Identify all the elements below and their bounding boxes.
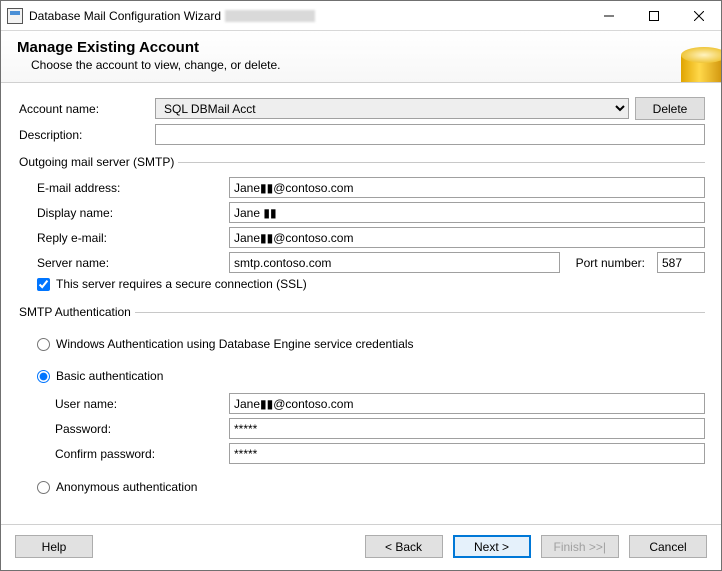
account-name-select[interactable]: SQL DBMail Acct (155, 98, 629, 119)
smtp-legend: Outgoing mail server (SMTP) (19, 155, 178, 169)
finish-button[interactable]: Finish >>| (541, 535, 619, 558)
titlebar: Database Mail Configuration Wizard (1, 1, 721, 31)
page-subtitle: Choose the account to view, change, or d… (31, 58, 281, 72)
username-label: User name: (19, 397, 223, 411)
database-icon (666, 31, 721, 82)
smtp-fieldset: Outgoing mail server (SMTP) E-mail addre… (19, 155, 705, 295)
ssl-label: This server requires a secure connection… (56, 277, 307, 291)
display-name-label: Display name: (19, 206, 223, 220)
password-input[interactable] (229, 418, 705, 439)
description-label: Description: (19, 128, 149, 142)
username-input[interactable] (229, 393, 705, 414)
content-area: Account name: SQL DBMail Acct Delete Des… (1, 83, 721, 524)
anonymous-auth-label: Anonymous authentication (56, 480, 197, 494)
auth-legend: SMTP Authentication (19, 305, 135, 319)
wizard-footer: Help < Back Next > Finish >>| Cancel (1, 524, 721, 570)
email-label: E-mail address: (19, 181, 223, 195)
ssl-checkbox[interactable] (37, 278, 50, 291)
reply-email-label: Reply e-mail: (19, 231, 223, 245)
anonymous-auth-radio[interactable] (37, 481, 50, 494)
description-input[interactable] (155, 124, 705, 145)
port-label: Port number: (566, 256, 651, 270)
email-input[interactable] (229, 177, 705, 198)
windows-auth-radio[interactable] (37, 338, 50, 351)
delete-button[interactable]: Delete (635, 97, 705, 120)
cancel-button[interactable]: Cancel (629, 535, 707, 558)
minimize-button[interactable] (586, 1, 631, 30)
confirm-password-input[interactable] (229, 443, 705, 464)
back-button[interactable]: < Back (365, 535, 443, 558)
server-name-label: Server name: (19, 256, 223, 270)
wizard-header: Manage Existing Account Choose the accou… (1, 31, 721, 83)
app-icon (7, 8, 23, 24)
help-button[interactable]: Help (15, 535, 93, 558)
confirm-password-label: Confirm password: (19, 447, 223, 461)
basic-auth-radio[interactable] (37, 370, 50, 383)
auth-fieldset: SMTP Authentication Windows Authenticati… (19, 305, 705, 498)
reply-email-input[interactable] (229, 227, 705, 248)
account-name-label: Account name: (19, 102, 149, 116)
basic-auth-label: Basic authentication (56, 369, 163, 383)
port-input[interactable] (657, 252, 705, 273)
password-label: Password: (19, 422, 223, 436)
title-obscured (225, 10, 315, 22)
windows-auth-label: Windows Authentication using Database En… (56, 337, 414, 351)
maximize-button[interactable] (631, 1, 676, 30)
window-title: Database Mail Configuration Wizard (29, 9, 221, 23)
server-name-input[interactable] (229, 252, 560, 273)
close-button[interactable] (676, 1, 721, 30)
page-title: Manage Existing Account (17, 39, 281, 56)
display-name-input[interactable] (229, 202, 705, 223)
next-button[interactable]: Next > (453, 535, 531, 558)
